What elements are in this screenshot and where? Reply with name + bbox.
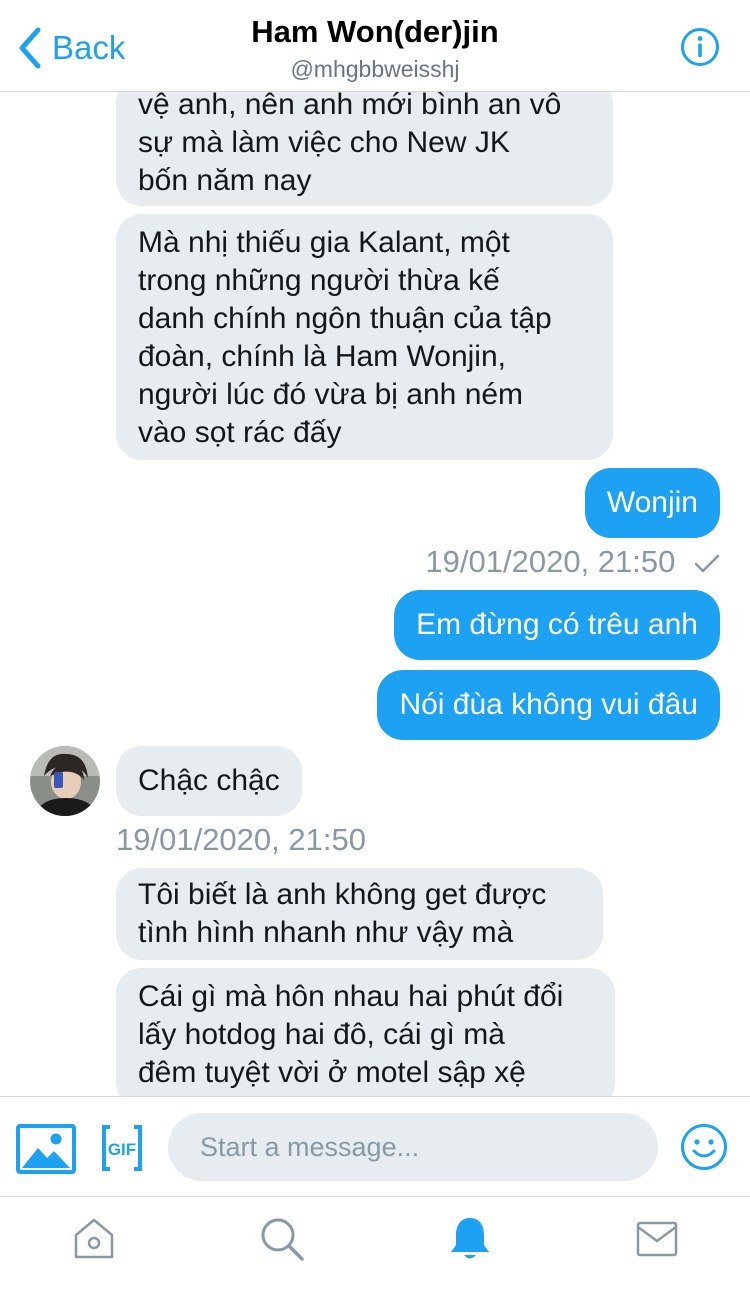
message-line: vào sọt rác đấy	[138, 416, 342, 449]
message-thread[interactable]: vệ anh, nên anh mới bình an vô sự mà làm…	[0, 92, 750, 1096]
message-text: Wonjin	[606, 486, 698, 519]
message-line: đêm tuyệt vời ở motel sập xệ	[138, 1056, 526, 1089]
message-bubble-incoming[interactable]: Chậc chậc	[116, 746, 302, 816]
timestamp-text: 19/01/2020, 21:50	[116, 822, 366, 857]
message-line: tình hình nhanh như vậy mà	[138, 916, 514, 949]
message-bubble-outgoing[interactable]: Nói đùa không vui đâu	[377, 670, 720, 740]
search-icon[interactable]	[258, 1215, 306, 1263]
avatar[interactable]	[30, 746, 100, 816]
message-input[interactable]	[168, 1113, 658, 1181]
image-icon[interactable]	[16, 1124, 76, 1174]
message-text: Em đừng có trêu anh	[416, 608, 698, 641]
info-icon[interactable]	[680, 27, 720, 67]
timestamp-text: 19/01/2020, 21:50	[425, 544, 676, 579]
gif-icon[interactable]: GIF	[102, 1124, 142, 1172]
conversation-header: Back Ham Won(der)jin @mhgbbweisshj	[0, 0, 750, 92]
message-line: vệ anh, nên anh mới bình an vô	[138, 92, 562, 121]
message-composer: GIF	[0, 1096, 750, 1196]
message-line: Mà nhị thiếu gia Kalant, một	[138, 226, 510, 259]
notifications-icon[interactable]	[446, 1215, 494, 1263]
message-bubble-incoming[interactable]: Tôi biết là anh không get được tình hình…	[116, 868, 603, 960]
messages-icon[interactable]	[634, 1215, 682, 1263]
message-bubble-incoming[interactable]: Mà nhị thiếu gia Kalant, một trong những…	[116, 214, 613, 460]
home-icon[interactable]	[70, 1215, 118, 1263]
message-line: sự mà làm việc cho New JK	[138, 126, 510, 159]
message-bubble-incoming[interactable]: Cái gì mà hôn nhau hai phút đổi lấy hotd…	[116, 968, 615, 1096]
message-line: Cái gì mà hôn nhau hai phút đổi	[138, 980, 564, 1013]
user-handle: @mhgbbweisshj	[290, 56, 460, 82]
conversation-title: Ham Won(der)jin	[251, 14, 499, 49]
message-line: danh chính ngôn thuận của tập	[138, 302, 552, 335]
svg-text:GIF: GIF	[108, 1140, 136, 1159]
profile-photo	[30, 746, 100, 816]
message-text: Nói đùa không vui đâu	[399, 688, 698, 721]
message-line: lấy hotdog hai đô, cái gì mà	[138, 1018, 505, 1051]
message-line: trong những người thừa kế	[138, 264, 500, 297]
message-line: đoàn, chính là Ham Wonjin,	[138, 340, 506, 373]
message-text: Chậc chậc	[138, 764, 280, 797]
message-timestamp: 19/01/2020, 21:50	[425, 544, 720, 580]
message-bubble-outgoing[interactable]: Wonjin	[584, 468, 720, 538]
message-line: bốn năm nay	[138, 164, 312, 197]
check-icon	[694, 554, 720, 573]
bottom-tab-bar	[0, 1196, 750, 1298]
message-timestamp: 19/01/2020, 21:50	[116, 822, 366, 858]
message-bubble-outgoing[interactable]: Em đừng có trêu anh	[394, 590, 720, 660]
message-line: người lúc đó vừa bị anh ném	[138, 378, 524, 411]
emoji-icon[interactable]	[680, 1123, 728, 1171]
message-bubble-incoming[interactable]: vệ anh, nên anh mới bình an vô sự mà làm…	[116, 92, 613, 206]
message-line: Tôi biết là anh không get được	[138, 878, 547, 911]
